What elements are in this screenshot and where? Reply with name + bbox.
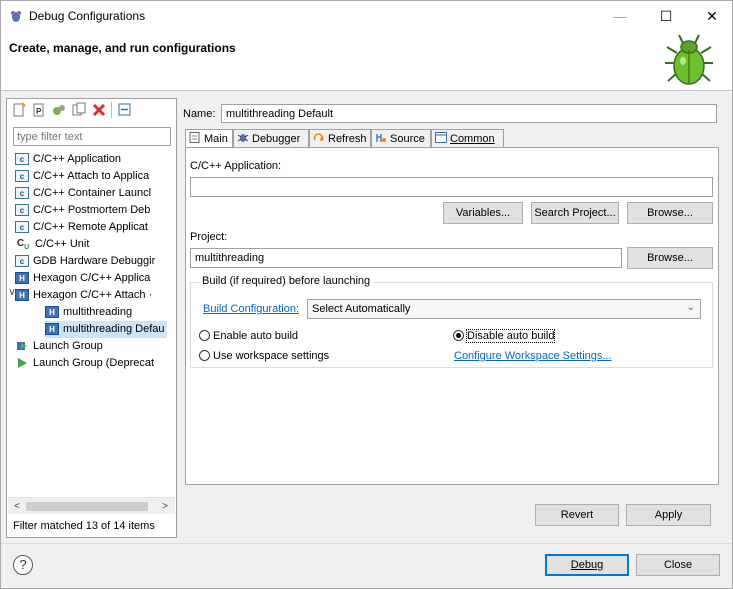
- tab-refresh[interactable]: Refresh: [309, 129, 371, 147]
- banner: Create, manage, and run configurations: [1, 31, 732, 91]
- tree-item-cpp-postmortem[interactable]: c C/C++ Postmortem Deb: [15, 202, 150, 219]
- banner-title: Create, manage, and run configurations: [9, 41, 236, 55]
- delete-icon[interactable]: [91, 102, 107, 118]
- scroll-right-icon[interactable]: >: [157, 499, 173, 514]
- use-workspace-settings-radio[interactable]: Use workspace settings: [199, 350, 329, 362]
- revert-button[interactable]: Revert: [535, 504, 619, 526]
- tab-debugger[interactable]: Debugger: [233, 129, 309, 147]
- tree-item-cpp-attach[interactable]: c C/C++ Attach to Applica: [15, 168, 149, 185]
- build-configuration-link[interactable]: Build Configuration:: [203, 303, 299, 315]
- launch-play-icon: [15, 357, 29, 369]
- tree-item-cpp-unit[interactable]: CU C/C++ Unit: [15, 236, 90, 253]
- build-configuration-select[interactable]: Select Automatically ⌄: [307, 299, 701, 319]
- tree-item-hexagon-attach[interactable]: H Hexagon C/C++ Attach ·: [15, 287, 152, 304]
- collapse-all-icon[interactable]: [117, 102, 133, 118]
- title-bar: Debug Configurations — ☐ ✕: [1, 1, 732, 31]
- hexagon-icon: H: [15, 289, 29, 302]
- tree-item-launch-group[interactable]: Launch Group: [15, 338, 103, 355]
- hexagon-icon: H: [45, 323, 59, 336]
- window-title: Debug Configurations: [29, 9, 146, 23]
- search-project-button[interactable]: Search Project...: [531, 202, 619, 224]
- c-app-icon: c: [15, 221, 29, 234]
- common-tab-icon: [435, 132, 447, 143]
- tree-item-multithreading-default[interactable]: Hmultithreading Defau: [45, 321, 167, 338]
- tree-item-cpp-application[interactable]: c C/C++ Application: [15, 151, 121, 168]
- close-window-button[interactable]: ✕: [689, 1, 733, 31]
- c-app-icon: c: [15, 170, 29, 183]
- configuration-editor: Name: Main Debugger Refresh Source Commo…: [181, 98, 722, 538]
- browse-project-button[interactable]: Browse...: [627, 247, 713, 269]
- name-label: Name:: [183, 108, 216, 120]
- cpp-application-field[interactable]: [190, 177, 713, 197]
- export-icon[interactable]: [51, 102, 67, 118]
- c-app-icon: c: [15, 204, 29, 217]
- cunit-icon: CU: [16, 238, 30, 252]
- c-app-icon: c: [15, 153, 29, 166]
- eclipse-debug-icon: [11, 11, 21, 22]
- debug-button[interactable]: Debug: [545, 554, 629, 576]
- scroll-left-icon[interactable]: <: [9, 499, 25, 514]
- hexagon-icon: H: [15, 272, 29, 285]
- debugger-tab-icon: [237, 134, 249, 142]
- radio-dot: [199, 350, 210, 361]
- duplicate-icon[interactable]: [71, 102, 87, 118]
- radio-dot-selected: [453, 330, 464, 341]
- tree-item-launch-group-deprecated[interactable]: Launch Group (Deprecat: [15, 355, 154, 372]
- filter-input[interactable]: [13, 127, 171, 146]
- scroll-thumb[interactable]: [26, 502, 148, 511]
- tree-item-multithreading[interactable]: Hmultithreading: [45, 304, 132, 321]
- new-configuration-icon[interactable]: [11, 102, 27, 118]
- configuration-tree-panel: P cC/C++ Application cC/C++ Attach to Ap…: [6, 98, 177, 538]
- minimize-button[interactable]: —: [597, 1, 643, 31]
- project-field[interactable]: [190, 248, 622, 268]
- tree-item-cpp-remote[interactable]: c C/C++ Remote Applicat: [15, 219, 148, 236]
- configuration-tree: c C/C++ Application c C/C++ Attach to Appl…: [7, 151, 176, 496]
- tree-item-hexagon-application[interactable]: H Hexagon C/C++ Applica: [15, 270, 150, 287]
- main-tab-icon: [189, 132, 200, 143]
- close-button[interactable]: Close: [636, 554, 720, 576]
- debug-configurations-window: Debug Configurations — ☐ ✕ Create, manag…: [0, 0, 733, 589]
- hexagon-icon: H: [45, 306, 59, 319]
- tree-item-gdb-hardware[interactable]: c GDB Hardware Debuggir: [15, 253, 155, 270]
- cpp-application-label: C/C++ Application:: [190, 160, 282, 172]
- tree-item-cpp-container[interactable]: c C/C++ Container Launcl: [15, 185, 151, 202]
- variables-button[interactable]: Variables...: [443, 202, 523, 224]
- launch-group-icon: [15, 340, 29, 352]
- apply-button[interactable]: Apply: [626, 504, 711, 526]
- chevron-down-icon: ⌄: [686, 302, 695, 313]
- tree-horizontal-scrollbar[interactable]: < >: [8, 497, 175, 514]
- footer-divider: [1, 543, 732, 544]
- configure-workspace-settings-link[interactable]: Configure Workspace Settings...: [454, 350, 612, 362]
- tab-source[interactable]: Source: [371, 129, 431, 147]
- new-prototype-icon[interactable]: P: [31, 102, 47, 118]
- build-group-title: Build (if required) before launching: [199, 275, 374, 287]
- project-label: Project:: [190, 231, 228, 243]
- disable-auto-build-radio[interactable]: Disable auto build: [453, 329, 556, 343]
- radio-dot: [199, 330, 210, 341]
- c-app-icon: c: [15, 187, 29, 200]
- svg-text:P: P: [36, 107, 42, 116]
- main-tab-content: C/C++ Application: Variables... Search P…: [185, 147, 719, 485]
- toolbar-divider: [111, 102, 112, 118]
- name-field[interactable]: [221, 104, 717, 123]
- enable-auto-build-radio[interactable]: Enable auto build: [199, 330, 298, 342]
- maximize-button[interactable]: ☐: [643, 1, 689, 31]
- refresh-tab-icon: [313, 133, 324, 141]
- browse-application-button[interactable]: Browse...: [627, 202, 713, 224]
- help-icon[interactable]: ?: [13, 555, 33, 575]
- filter-status: Filter matched 13 of 14 items: [13, 520, 155, 532]
- gdb-icon: c: [15, 255, 29, 268]
- tab-main[interactable]: Main: [185, 129, 233, 148]
- bug-icon: [665, 34, 713, 85]
- source-tab-icon: [376, 134, 386, 142]
- build-group: Build (if required) before launching Bui…: [190, 275, 713, 368]
- tab-common[interactable]: Common: [431, 129, 504, 147]
